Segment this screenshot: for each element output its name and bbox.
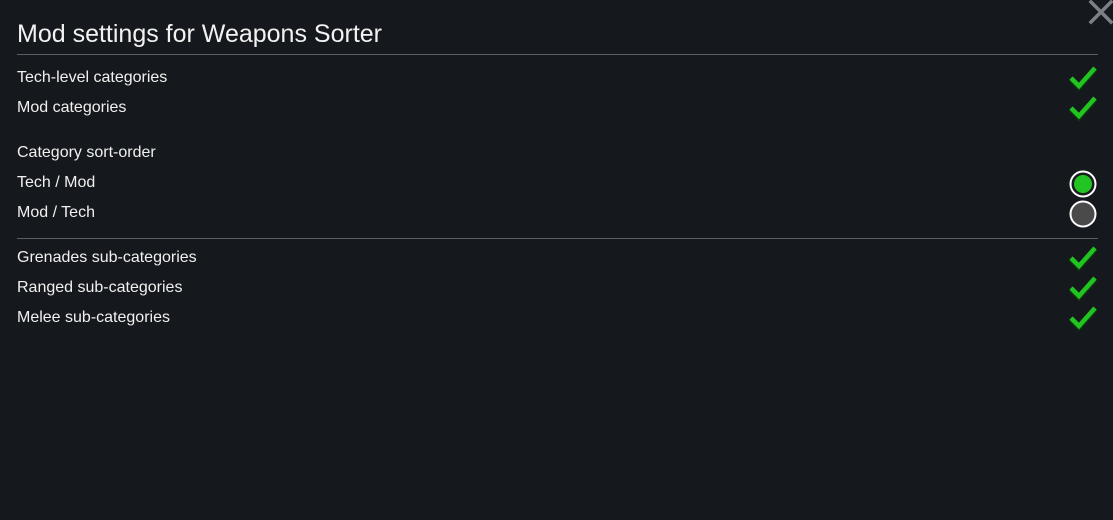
checkmark-icon[interactable] — [1068, 93, 1098, 123]
sort-order-heading: Category sort-order — [17, 144, 156, 161]
dialog-title: Mod settings for Weapons Sorter — [17, 20, 382, 48]
radio-row-mod-tech: Mod / Tech — [17, 198, 1098, 228]
checkmark-icon[interactable] — [1068, 303, 1098, 333]
checkmark-icon[interactable] — [1068, 243, 1098, 273]
setting-label: Melee sub-categories — [17, 309, 170, 326]
radio-row-tech-mod: Tech / Mod — [17, 168, 1098, 198]
radio-label: Mod / Tech — [17, 204, 95, 221]
setting-label: Grenades sub-categories — [17, 249, 197, 266]
mod-settings-dialog: Mod settings for Weapons Sorter Tech-lev… — [0, 0, 1113, 520]
setting-label: Mod categories — [17, 99, 127, 116]
setting-label: Ranged sub-categories — [17, 279, 183, 296]
setting-row-grenades-sub-categories: Grenades sub-categories — [17, 243, 1098, 273]
section-divider — [17, 238, 1098, 239]
close-icon[interactable] — [1087, 0, 1113, 26]
setting-label: Tech-level categories — [17, 69, 168, 86]
radio-label: Tech / Mod — [17, 174, 96, 191]
radio-selected-icon[interactable] — [1068, 168, 1098, 198]
radio-unselected-icon[interactable] — [1068, 198, 1098, 228]
setting-row-ranged-sub-categories: Ranged sub-categories — [17, 273, 1098, 303]
setting-row-mod-categories: Mod categories — [17, 93, 1098, 123]
setting-row-melee-sub-categories: Melee sub-categories — [17, 303, 1098, 333]
title-divider — [17, 54, 1098, 55]
setting-row-tech-level-categories: Tech-level categories — [17, 63, 1098, 93]
checkmark-icon[interactable] — [1068, 273, 1098, 303]
checkmark-icon[interactable] — [1068, 63, 1098, 93]
